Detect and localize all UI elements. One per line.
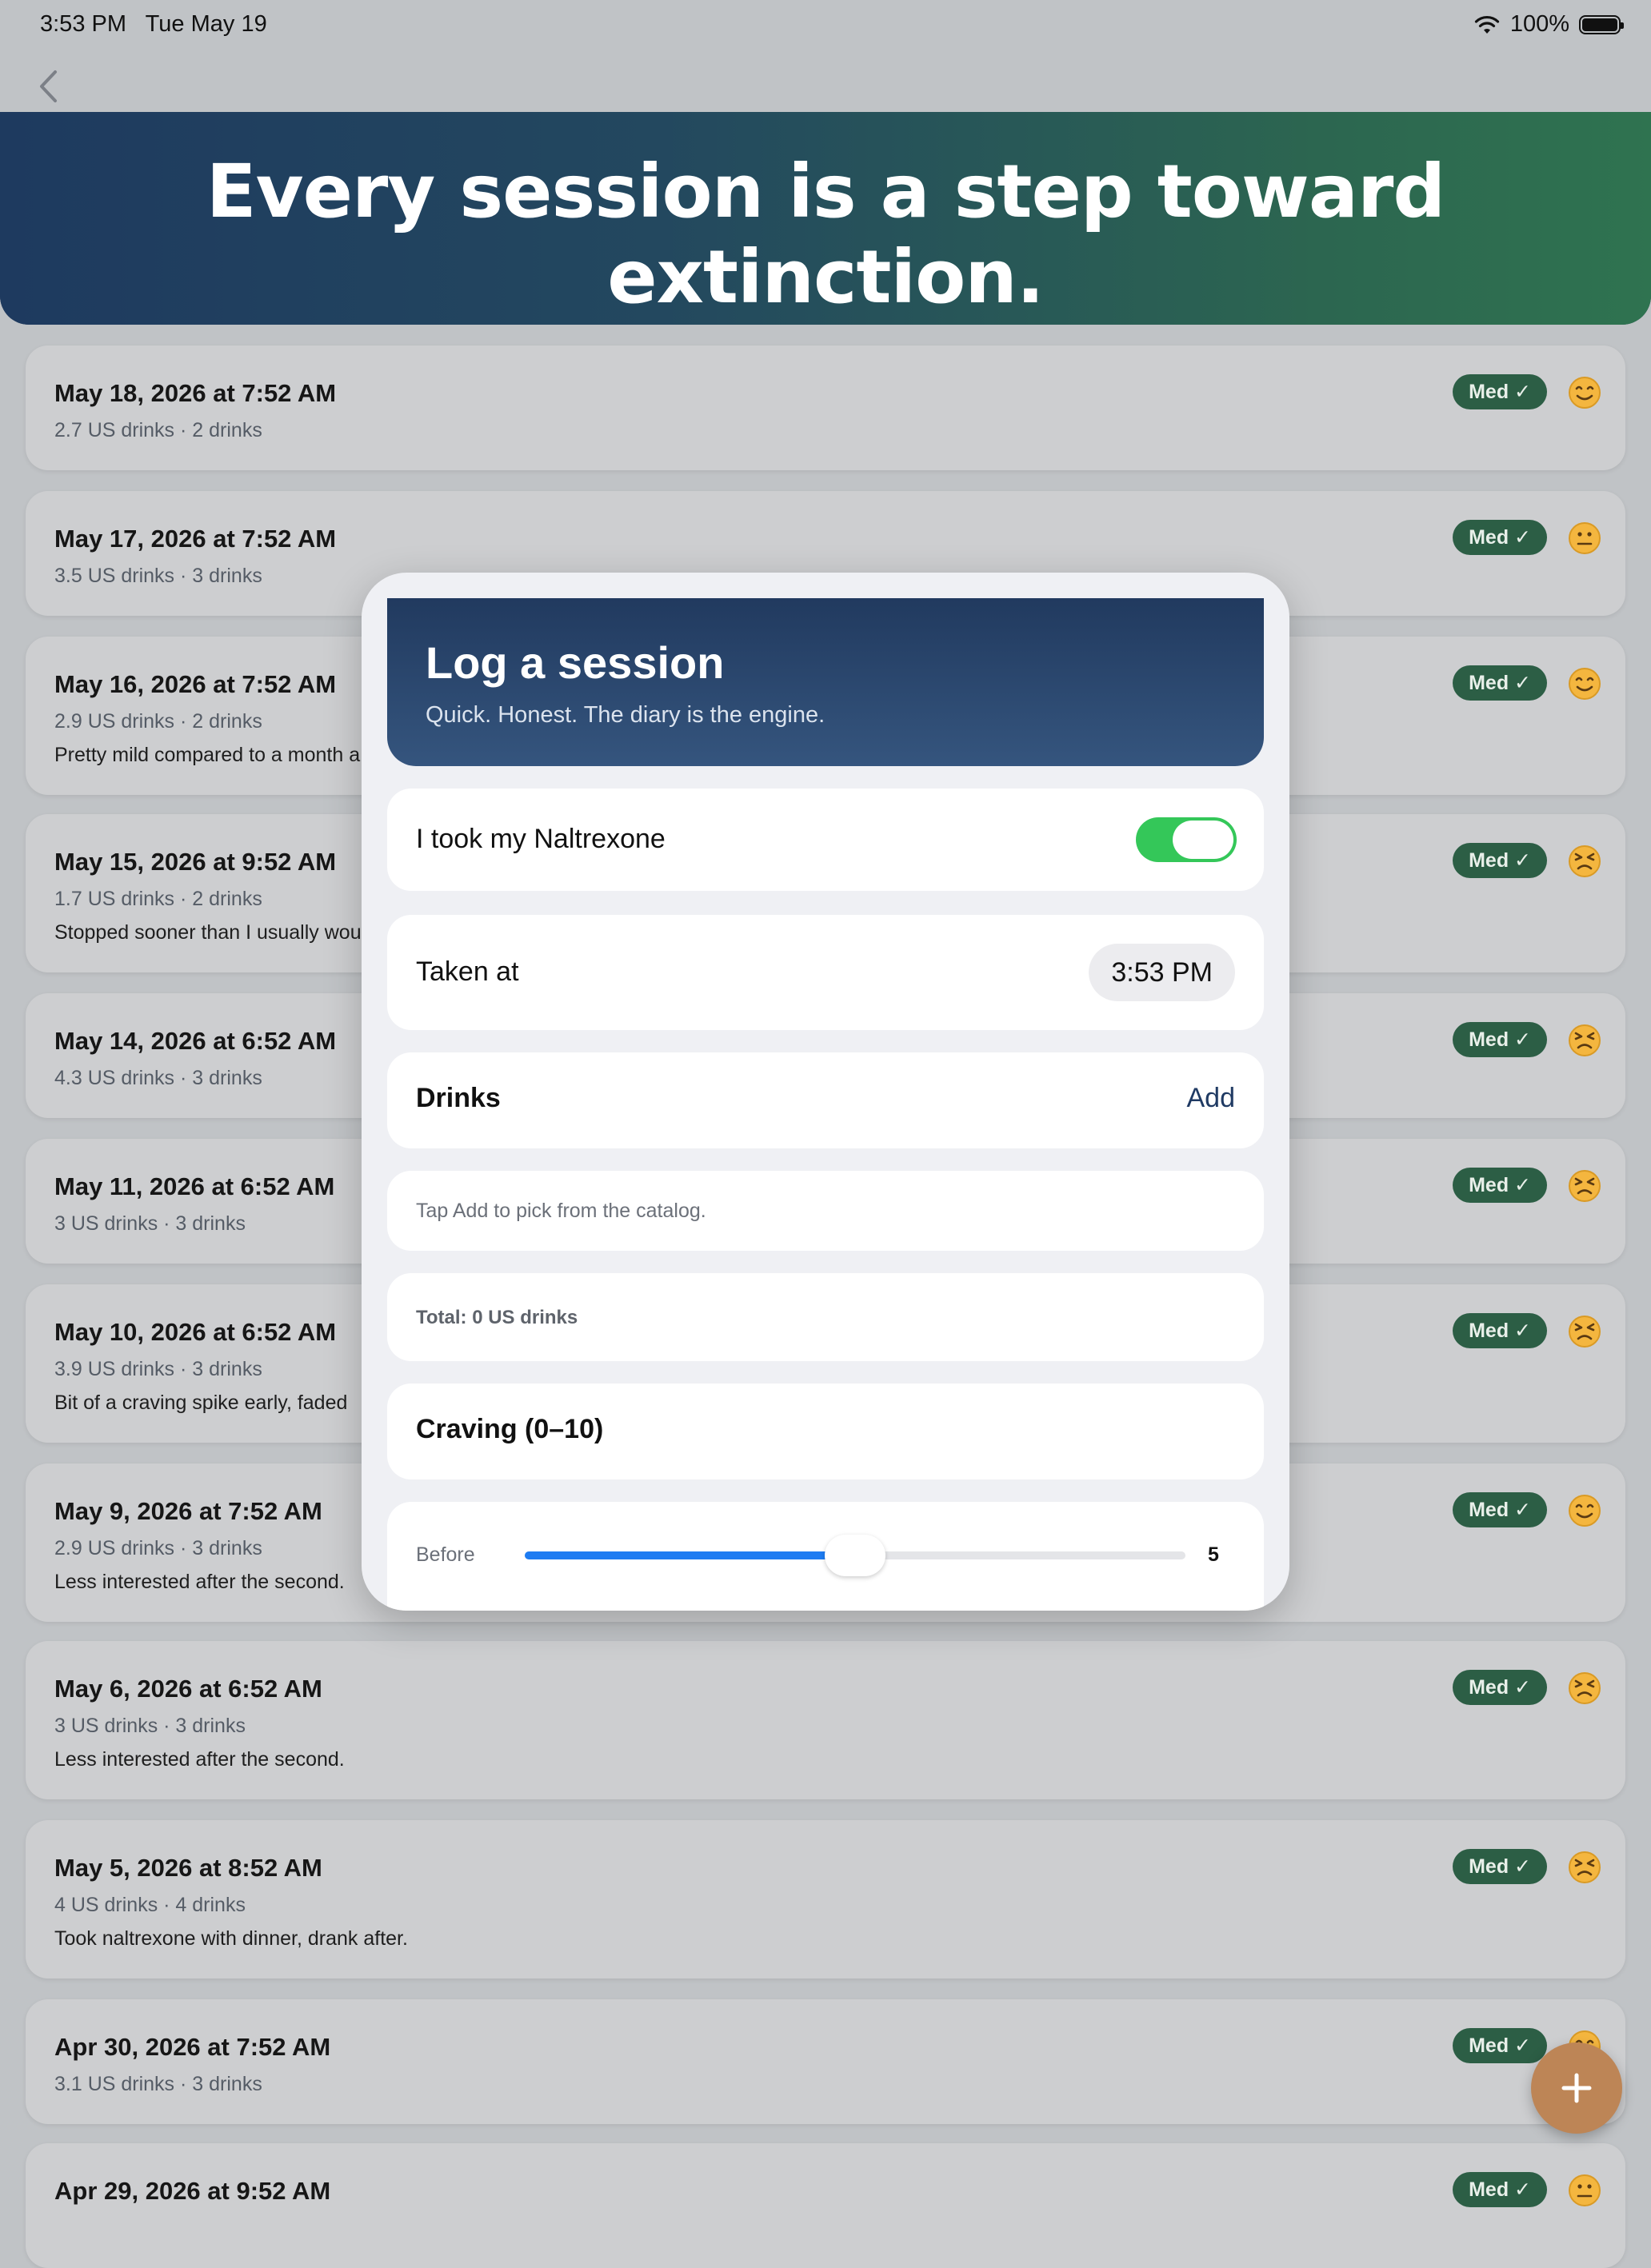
banner-title: Every session is a step toward extinctio… [206, 149, 1445, 320]
persevering-face-icon [1569, 1316, 1601, 1348]
back-button[interactable] [32, 64, 64, 109]
sheet-subtitle: Quick. Honest. The diary is the engine. [426, 702, 826, 728]
session-summary: 3.1 US drinks · 3 drinks [54, 2073, 262, 2095]
chevron-left-icon [40, 70, 57, 102]
session-note: Stopped sooner than I usually wou [54, 921, 362, 944]
status-bar: 3:53 PM Tue May 19 100% [0, 0, 1651, 51]
battery-icon [1579, 14, 1624, 34]
craving-before-row: Before 5 [387, 1502, 1264, 1611]
session-card[interactable]: May 18, 2026 at 7:52 AM 2.7 US drinks · … [26, 345, 1625, 470]
session-note: Bit of a craving spike early, faded [54, 1392, 348, 1414]
toggle-knob [1173, 821, 1233, 859]
persevering-face-icon [1569, 1170, 1601, 1202]
session-summary: 3.5 US drinks · 3 drinks [54, 565, 262, 587]
med-toggle-label: I took my Naltrexone [416, 824, 666, 854]
med-badge: Med ✓ [1453, 1313, 1547, 1348]
session-date: Apr 30, 2026 at 7:52 AM [54, 2033, 331, 2061]
persevering-face-icon [1569, 1672, 1601, 1704]
drinks-total: Total: 0 US drinks [416, 1307, 578, 1328]
session-date: May 14, 2026 at 6:52 AM [54, 1027, 337, 1055]
session-note: Less interested after the second. [54, 1748, 345, 1771]
med-badge: Med ✓ [1453, 1492, 1547, 1527]
med-badge: Med ✓ [1453, 2172, 1547, 2207]
session-summary: 2.9 US drinks · 2 drinks [54, 710, 262, 733]
sheet-title: Log a session [426, 637, 725, 688]
session-date: May 10, 2026 at 6:52 AM [54, 1318, 337, 1346]
craving-before-label: Before [416, 1543, 475, 1566]
taken-at-time-picker[interactable]: 3:53 PM [1089, 944, 1235, 1001]
session-summary: 3 US drinks · 3 drinks [54, 1715, 246, 1737]
neutral-face-icon [1569, 522, 1601, 554]
battery-percent: 100% [1509, 11, 1569, 37]
med-badge: Med ✓ [1453, 374, 1547, 409]
session-note: Pretty mild compared to a month a [54, 744, 361, 766]
med-badge: Med ✓ [1453, 2028, 1547, 2063]
med-toggle[interactable] [1136, 817, 1237, 862]
med-toggle-row: I took my Naltrexone [387, 789, 1264, 891]
session-note: Took naltrexone with dinner, drank after… [54, 1927, 408, 1950]
med-badge: Med ✓ [1453, 520, 1547, 555]
session-card[interactable]: May 6, 2026 at 6:52 AM 3 US drinks · 3 d… [26, 1641, 1625, 1799]
session-card[interactable]: May 5, 2026 at 8:52 AM 4 US drinks · 4 d… [26, 1820, 1625, 1979]
med-badge: Med ✓ [1453, 1022, 1547, 1057]
session-summary: 2.9 US drinks · 3 drinks [54, 1537, 262, 1559]
status-time: 3:53 PM Tue May 19 [40, 11, 267, 37]
craving-before-slider[interactable] [525, 1535, 1185, 1576]
taken-at-label: Taken at [416, 956, 519, 987]
session-date: May 6, 2026 at 6:52 AM [54, 1675, 322, 1703]
session-summary: 3.9 US drinks · 3 drinks [54, 1358, 262, 1380]
session-date: May 5, 2026 at 8:52 AM [54, 1854, 322, 1882]
craving-header-row: Craving (0–10) [387, 1384, 1264, 1479]
drinks-total-row: Total: 0 US drinks [387, 1273, 1264, 1361]
session-date: May 11, 2026 at 6:52 AM [54, 1172, 335, 1200]
plus-icon [1561, 2073, 1592, 2103]
session-card[interactable]: Apr 30, 2026 at 7:52 AM 3.1 US drinks · … [26, 1999, 1625, 2124]
session-card[interactable]: Apr 29, 2026 at 9:52 AM Med ✓ [26, 2143, 1625, 2268]
log-session-sheet: Log a session Quick. Honest. The diary i… [362, 573, 1289, 1611]
craving-label: Craving (0–10) [416, 1414, 604, 1444]
med-badge: Med ✓ [1453, 665, 1547, 701]
wifi-icon [1474, 15, 1499, 34]
sheet-header: Log a session Quick. Honest. The diary i… [387, 598, 1264, 766]
session-date: May 18, 2026 at 7:52 AM [54, 379, 337, 407]
slider-fill [525, 1551, 855, 1559]
session-date: May 15, 2026 at 9:52 AM [54, 848, 337, 876]
status-indicators: 100% [1473, 11, 1624, 38]
persevering-face-icon [1569, 845, 1601, 877]
smiling-face-icon [1569, 1495, 1601, 1527]
drinks-header-row: Drinks Add [387, 1052, 1264, 1148]
session-date: Apr 29, 2026 at 9:52 AM [54, 2177, 331, 2205]
session-note: Less interested after the second. [54, 1571, 345, 1593]
smiling-face-icon [1569, 668, 1601, 700]
session-summary: 1.7 US drinks · 2 drinks [54, 888, 262, 910]
session-date: May 17, 2026 at 7:52 AM [54, 525, 337, 553]
drinks-empty-hint: Tap Add to pick from the catalog. [416, 1200, 706, 1222]
session-summary: 2.7 US drinks · 2 drinks [54, 419, 262, 441]
slider-thumb[interactable] [825, 1535, 885, 1576]
add-session-button[interactable] [1531, 2042, 1622, 2134]
session-date: May 9, 2026 at 7:52 AM [54, 1497, 322, 1525]
persevering-face-icon [1569, 1851, 1601, 1883]
neutral-face-icon [1569, 2174, 1601, 2206]
med-badge: Med ✓ [1453, 1670, 1547, 1705]
persevering-face-icon [1569, 1024, 1601, 1056]
session-summary: 4.3 US drinks · 3 drinks [54, 1067, 262, 1089]
med-badge: Med ✓ [1453, 843, 1547, 878]
add-drink-button[interactable]: Add [1187, 1083, 1236, 1114]
session-summary: 3 US drinks · 3 drinks [54, 1212, 246, 1235]
drinks-label: Drinks [416, 1083, 501, 1113]
med-badge: Med ✓ [1453, 1168, 1547, 1203]
session-summary: 4 US drinks · 4 drinks [54, 1894, 246, 1916]
smiling-face-icon [1569, 377, 1601, 409]
med-badge: Med ✓ [1453, 1849, 1547, 1884]
drinks-empty-row: Tap Add to pick from the catalog. [387, 1171, 1264, 1251]
taken-at-row: Taken at 3:53 PM [387, 915, 1264, 1030]
session-date: May 16, 2026 at 7:52 AM [54, 670, 337, 698]
craving-before-value: 5 [1208, 1543, 1219, 1566]
